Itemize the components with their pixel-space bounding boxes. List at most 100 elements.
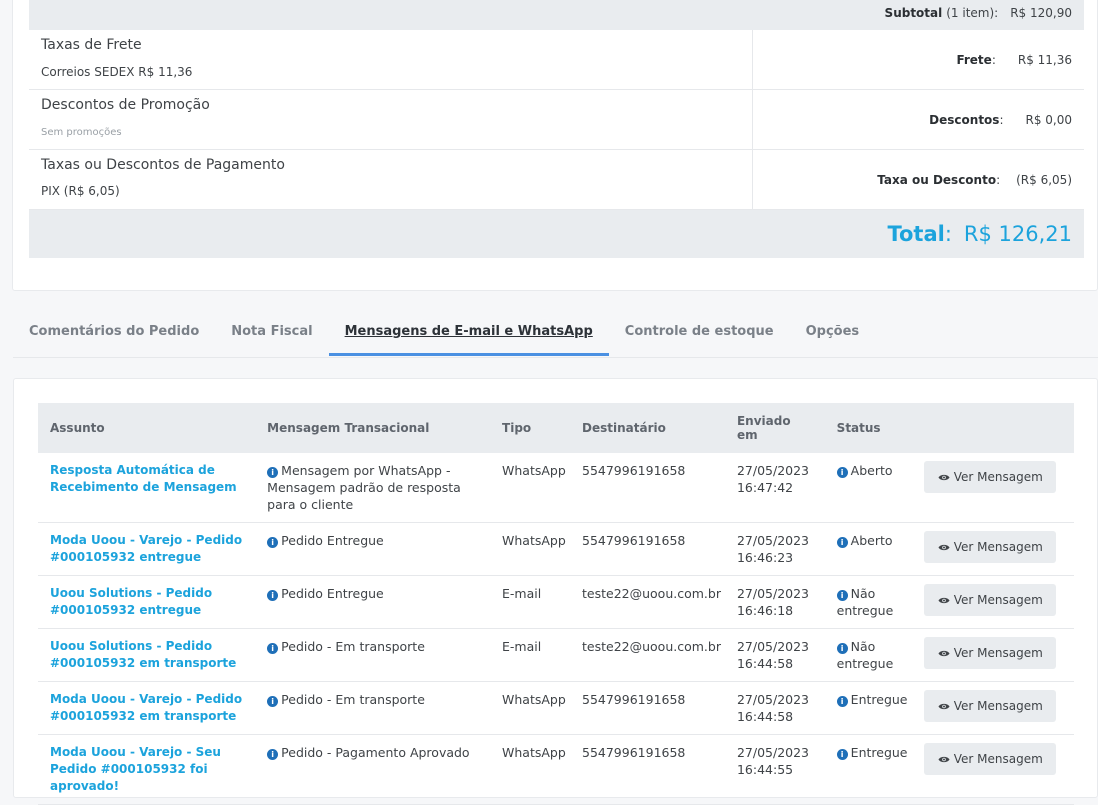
view-message-label: Ver Mensagem bbox=[953, 593, 1043, 607]
message-recipient: 5547996191658 bbox=[570, 522, 725, 576]
message-type: E-mail bbox=[490, 575, 570, 629]
shipping-row: Taxas de Frete Correios SEDEX R$ 11,36 F… bbox=[29, 30, 1084, 90]
message-subject-link[interactable]: Moda Uoou - Varejo - Pedido #000105932 e… bbox=[38, 522, 256, 576]
status-cell: i Entregue bbox=[824, 681, 913, 735]
table-row: Uoou Solutions - Pedido #000105932 em tr… bbox=[38, 628, 1074, 682]
sent-time: 16:46:23 bbox=[736, 550, 794, 565]
shipping-value: R$ 11,36 bbox=[1017, 52, 1072, 67]
sent-date: 27/05/2023 bbox=[736, 463, 810, 478]
tab-invoice[interactable]: Nota Fiscal bbox=[215, 312, 328, 356]
actions-cell: Ver Mensagem bbox=[912, 734, 1074, 805]
view-message-button[interactable]: Ver Mensagem bbox=[924, 461, 1057, 493]
sent-at-cell: 27/05/2023 16:44:55 bbox=[724, 734, 825, 805]
view-message-label: Ver Mensagem bbox=[953, 752, 1043, 766]
transactional-message-text: Mensagem por WhatsApp - Mensagem padrão … bbox=[267, 463, 461, 512]
table-row: Uoou Solutions - Pedido #000105932 entre… bbox=[38, 575, 1074, 629]
status-text: Entregue bbox=[850, 692, 908, 707]
messages-table: Assunto Mensagem Transacional Tipo Desti… bbox=[38, 403, 1074, 805]
sent-at-cell: 27/05/2023 16:44:58 bbox=[724, 681, 825, 735]
sent-time: 16:44:55 bbox=[736, 762, 794, 777]
message-subject-link[interactable]: Uoou Solutions - Pedido #000105932 em tr… bbox=[38, 628, 256, 682]
payment-fee-label: Taxa ou Desconto bbox=[877, 172, 997, 187]
col-header-type: Tipo bbox=[502, 421, 532, 435]
info-icon: i bbox=[267, 643, 279, 654]
message-type: WhatsApp bbox=[490, 522, 570, 576]
actions-cell: Ver Mensagem bbox=[912, 628, 1074, 682]
discount-row: Descontos de Promoção Sem promoções Desc… bbox=[29, 90, 1084, 150]
payment-fee-value: (R$ 6,05) bbox=[1016, 172, 1072, 187]
view-message-button[interactable]: Ver Mensagem bbox=[924, 531, 1057, 563]
view-message-label: Ver Mensagem bbox=[953, 646, 1043, 660]
info-icon: i bbox=[836, 590, 848, 601]
message-subject-link[interactable]: Moda Uoou - Varejo - Pedido #000105932 e… bbox=[38, 681, 256, 735]
info-icon: i bbox=[836, 643, 848, 654]
transactional-message-text: Pedido Entregue bbox=[281, 586, 384, 601]
actions-cell: Ver Mensagem bbox=[912, 522, 1074, 576]
transactional-message-cell: i Pedido Entregue bbox=[255, 522, 491, 576]
status-cell: i Não entregue bbox=[824, 628, 913, 682]
discount-label: Descontos bbox=[929, 112, 1000, 127]
view-message-label: Ver Mensagem bbox=[953, 540, 1043, 554]
eye-icon bbox=[938, 756, 950, 762]
message-recipient: teste22@uoou.com.br bbox=[570, 575, 725, 629]
message-subject-link[interactable]: Moda Uoou - Varejo - Seu Pedido #0001059… bbox=[38, 734, 256, 805]
subtotal-row: Subtotal (1 item): R$ 120,90 bbox=[29, 0, 1084, 30]
discount-value: R$ 0,00 bbox=[1025, 112, 1072, 127]
subtotal-value: R$ 120,90 bbox=[1010, 6, 1072, 20]
view-message-button[interactable]: Ver Mensagem bbox=[924, 743, 1057, 775]
actions-cell: Ver Mensagem bbox=[912, 453, 1074, 523]
info-icon: i bbox=[267, 590, 279, 601]
info-icon: i bbox=[267, 467, 279, 478]
status-cell: i Aberto bbox=[824, 453, 913, 523]
tab-stock-control[interactable]: Controle de estoque bbox=[609, 312, 790, 356]
status-cell: i Não entregue bbox=[824, 575, 913, 629]
view-message-button[interactable]: Ver Mensagem bbox=[924, 584, 1057, 616]
message-recipient: teste22@uoou.com.br bbox=[570, 628, 725, 682]
shipping-label: Frete bbox=[956, 52, 992, 67]
sent-at-cell: 27/05/2023 16:46:18 bbox=[724, 575, 825, 629]
message-type: WhatsApp bbox=[490, 453, 570, 523]
sent-at-cell: 27/05/2023 16:44:58 bbox=[724, 628, 825, 682]
message-recipient: 5547996191658 bbox=[570, 453, 725, 523]
transactional-message-cell: i Pedido - Em transporte bbox=[255, 681, 491, 735]
message-subject-link[interactable]: Resposta Automática de Recebimento de Me… bbox=[38, 453, 256, 523]
discount-title: Descontos de Promoção bbox=[41, 97, 210, 113]
transactional-message-cell: i Mensagem por WhatsApp - Mensagem padrão… bbox=[255, 453, 491, 523]
message-type: WhatsApp bbox=[490, 681, 570, 735]
info-icon: i bbox=[267, 696, 279, 707]
payment-fee-row: Taxas ou Descontos de Pagamento PIX (R$ … bbox=[29, 150, 1084, 210]
transactional-message-cell: i Pedido - Em transporte bbox=[255, 628, 491, 682]
col-header-sent-at: Enviado em bbox=[736, 414, 791, 442]
eye-icon bbox=[938, 650, 950, 656]
view-message-label: Ver Mensagem bbox=[953, 699, 1043, 713]
status-text: Aberto bbox=[850, 463, 893, 478]
sent-date: 27/05/2023 bbox=[736, 533, 810, 548]
actions-cell: Ver Mensagem bbox=[912, 681, 1074, 735]
tab-options[interactable]: Opções bbox=[790, 312, 876, 356]
total-label: Total bbox=[887, 222, 945, 246]
col-header-actions bbox=[912, 403, 1074, 453]
sent-date: 27/05/2023 bbox=[736, 586, 810, 601]
tab-email-whatsapp-messages[interactable]: Mensagens de E-mail e WhatsApp bbox=[328, 312, 609, 356]
col-header-status: Status bbox=[836, 421, 881, 435]
table-row: Moda Uoou - Varejo - Seu Pedido #0001059… bbox=[38, 734, 1074, 805]
eye-icon bbox=[938, 597, 950, 603]
sent-date: 27/05/2023 bbox=[736, 692, 810, 707]
transactional-message-text: Pedido - Em transporte bbox=[281, 639, 425, 654]
sent-date: 27/05/2023 bbox=[736, 745, 810, 760]
eye-icon bbox=[938, 703, 950, 709]
discount-detail: Sem promoções bbox=[41, 127, 122, 138]
message-subject-link[interactable]: Uoou Solutions - Pedido #000105932 entre… bbox=[38, 575, 256, 629]
subtotal-count: (1 item): bbox=[946, 6, 999, 20]
sent-time: 16:44:58 bbox=[736, 656, 794, 671]
messages-card: Assunto Mensagem Transacional Tipo Desti… bbox=[13, 378, 1098, 805]
message-type: WhatsApp bbox=[490, 734, 570, 805]
total-value: R$ 126,21 bbox=[963, 222, 1072, 246]
status-text: Aberto bbox=[850, 533, 893, 548]
tab-order-comments[interactable]: Comentários do Pedido bbox=[13, 312, 215, 356]
info-icon: i bbox=[836, 749, 848, 760]
table-row: Resposta Automática de Recebimento de Me… bbox=[38, 453, 1074, 523]
view-message-button[interactable]: Ver Mensagem bbox=[924, 637, 1057, 669]
view-message-button[interactable]: Ver Mensagem bbox=[924, 690, 1057, 722]
table-row: Moda Uoou - Varejo - Pedido #000105932 e… bbox=[38, 681, 1074, 735]
